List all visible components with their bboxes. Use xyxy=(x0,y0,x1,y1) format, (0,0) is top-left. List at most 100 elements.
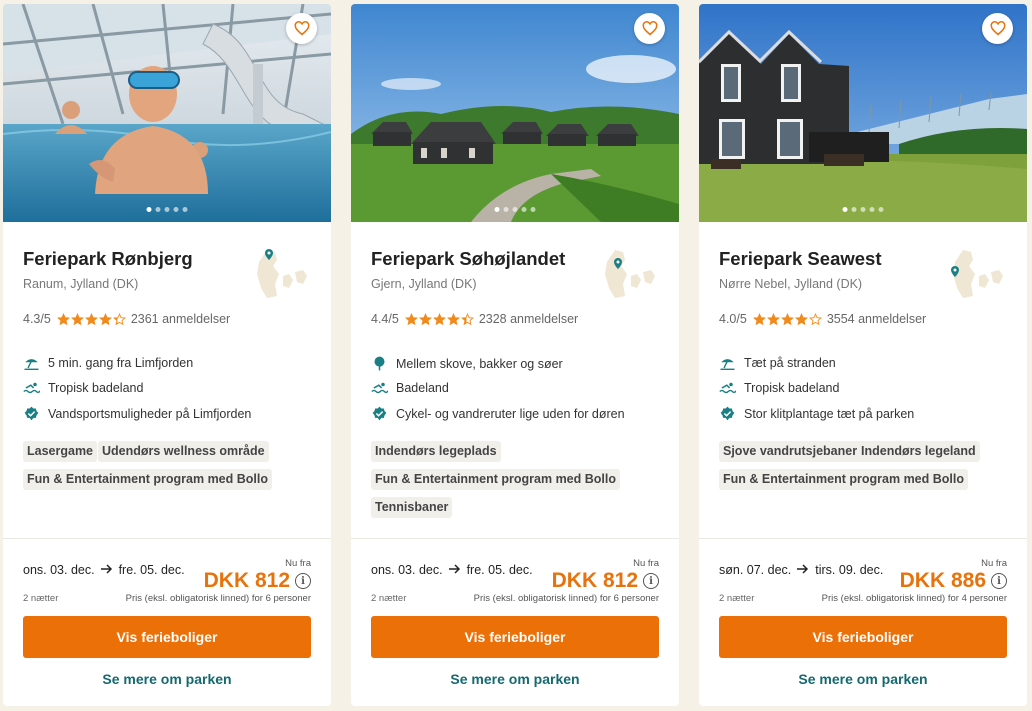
more-about-park-link[interactable]: Se mere om parken xyxy=(351,671,679,687)
facility-tag: Udendørs wellness område xyxy=(98,441,269,462)
carousel-dot[interactable] xyxy=(869,207,875,212)
park-card-grid: Feriepark Rønbjerg Ranum, Jylland (DK) 4… xyxy=(0,0,1032,711)
carousel-dot[interactable] xyxy=(878,207,884,212)
star-icon xyxy=(432,312,446,325)
stay-dates[interactable]: ons. 03. dec. fre. 05. dec. xyxy=(371,563,533,577)
star-icon xyxy=(766,312,780,325)
stay-dates[interactable]: ons. 03. dec. fre. 05. dec. xyxy=(23,563,185,577)
arrow-right-icon xyxy=(100,563,113,577)
carousel-dot[interactable] xyxy=(182,207,188,212)
show-holiday-homes-button[interactable]: Vis ferieboliger xyxy=(371,616,659,658)
tree-icon xyxy=(374,356,385,371)
feature-item: Badeland xyxy=(371,381,449,395)
date-from: ons. 03. dec. xyxy=(23,563,95,577)
price-prefix: Nu fra xyxy=(285,558,311,569)
carousel-dot[interactable] xyxy=(494,207,500,212)
heart-icon xyxy=(294,21,309,36)
swimmer-icon xyxy=(371,382,388,394)
info-icon[interactable]: i xyxy=(991,573,1007,589)
favorite-heart-button[interactable] xyxy=(286,13,317,44)
rating-row: 4.3/5 2361 anmeldelser xyxy=(23,312,230,326)
price-value: DKK 812 xyxy=(551,569,638,592)
price-row: DKK 812 i xyxy=(204,569,311,593)
feature-item: Stor klitplantage tæt på parken xyxy=(719,406,914,421)
verified-check-icon xyxy=(720,406,735,421)
waterpark-photo xyxy=(3,4,331,222)
show-holiday-homes-button[interactable]: Vis ferieboliger xyxy=(23,616,311,658)
info-icon[interactable]: i xyxy=(295,573,311,589)
carousel-dot[interactable] xyxy=(521,207,527,212)
favorite-heart-button[interactable] xyxy=(634,13,665,44)
divider xyxy=(3,538,331,539)
heart-icon xyxy=(642,21,657,36)
carousel-dot[interactable] xyxy=(860,207,866,212)
feature-text: Tropisk badeland xyxy=(48,381,144,395)
facility-tag: Fun & Entertainment program med Bollo xyxy=(371,469,620,490)
park-photo[interactable] xyxy=(699,4,1027,222)
star-icon xyxy=(808,312,822,325)
swimmer-icon xyxy=(23,382,40,394)
carousel-dot[interactable] xyxy=(503,207,509,212)
carousel-dot[interactable] xyxy=(155,207,161,212)
price-value: DKK 886 xyxy=(899,569,986,592)
star-icon xyxy=(418,312,432,325)
park-title[interactable]: Feriepark Søhøjlandet xyxy=(371,248,565,270)
denmark-map-icon xyxy=(605,250,655,298)
carousel-dot[interactable] xyxy=(512,207,518,212)
show-holiday-homes-button[interactable]: Vis ferieboliger xyxy=(719,616,1007,658)
stay-dates[interactable]: søn. 07. dec. tirs. 09. dec. xyxy=(719,563,883,577)
review-count[interactable]: 2328 anmeldelser xyxy=(479,312,578,326)
feature-item: 5 min. gang fra Limfjorden xyxy=(23,356,193,370)
rating-score: 4.0/5 xyxy=(719,312,747,326)
carousel-dot[interactable] xyxy=(842,207,848,212)
price-value: DKK 812 xyxy=(203,569,290,592)
review-count[interactable]: 3554 anmeldelser xyxy=(827,312,926,326)
date-from: ons. 03. dec. xyxy=(371,563,443,577)
facility-tag: Sjove vandrutsjebaner xyxy=(719,441,862,462)
park-title[interactable]: Feriepark Rønbjerg xyxy=(23,248,193,270)
facility-tag: Fun & Entertainment program med Bollo xyxy=(719,469,968,490)
carousel-dot[interactable] xyxy=(146,207,152,212)
beach-umbrella-icon xyxy=(24,359,39,370)
feature-text: Mellem skove, bakker og søer xyxy=(396,356,563,371)
facility-tag: Indendørs legeplads xyxy=(371,441,501,462)
star-icon xyxy=(446,312,460,325)
carousel-dot[interactable] xyxy=(164,207,170,212)
date-to: fre. 05. dec. xyxy=(466,563,533,577)
carousel-dots xyxy=(146,207,188,212)
info-icon[interactable]: i xyxy=(643,573,659,589)
denmark-map-icon xyxy=(951,250,1003,298)
feature-text: Tropisk badeland xyxy=(744,381,840,395)
divider xyxy=(699,538,1027,539)
star-icon xyxy=(56,312,70,325)
verified-check-icon xyxy=(24,406,39,421)
more-about-park-link[interactable]: Se mere om parken xyxy=(3,671,331,687)
carousel-dot[interactable] xyxy=(530,207,536,212)
park-card: Feriepark Rønbjerg Ranum, Jylland (DK) 4… xyxy=(3,4,331,706)
price-row: DKK 812 i xyxy=(552,569,659,593)
carousel-dot[interactable] xyxy=(173,207,179,212)
rating-row: 4.4/5 2328 anmeldelser xyxy=(371,312,578,326)
divider xyxy=(351,538,679,539)
carousel-dots xyxy=(842,207,884,212)
feature-item: Vandsportsmuligheder på Limfjorden xyxy=(23,406,251,421)
date-to: fre. 05. dec. xyxy=(118,563,185,577)
rating-stars xyxy=(404,312,474,326)
rating-score: 4.4/5 xyxy=(371,312,399,326)
carousel-dot[interactable] xyxy=(851,207,857,212)
park-photo[interactable] xyxy=(351,4,679,222)
price-prefix: Nu fra xyxy=(981,558,1007,569)
review-count[interactable]: 2361 anmeldelser xyxy=(131,312,230,326)
favorite-heart-button[interactable] xyxy=(982,13,1013,44)
star-icon xyxy=(84,312,98,325)
park-photo[interactable] xyxy=(3,4,331,222)
park-title[interactable]: Feriepark Seawest xyxy=(719,248,881,270)
facility-tag: Lasergame xyxy=(23,441,98,462)
rating-stars xyxy=(56,312,126,326)
star-icon xyxy=(70,312,84,325)
star-icon xyxy=(780,312,794,325)
rating-row: 4.0/5 3554 anmeldelser xyxy=(719,312,926,326)
more-about-park-link[interactable]: Se mere om parken xyxy=(699,671,1027,687)
star-icon xyxy=(794,312,808,325)
holiday-houses-photo xyxy=(351,4,679,222)
